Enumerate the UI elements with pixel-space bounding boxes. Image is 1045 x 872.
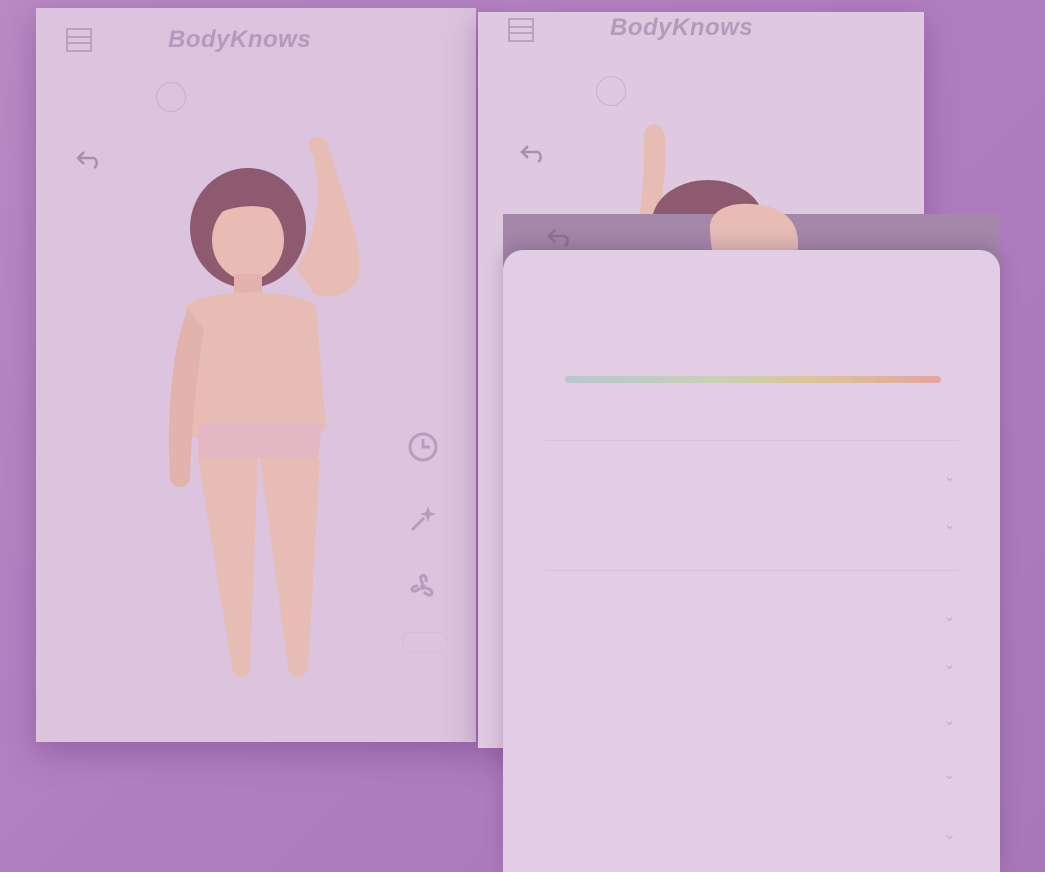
undo-icon[interactable] [518,142,548,164]
undo-icon[interactable] [74,148,104,170]
chevron-down-icon: ⌄ [943,712,956,729]
top-bar: BodyKnows [478,12,924,72]
chevron-down-icon: ⌄ [943,608,956,625]
day-selector [36,82,476,114]
body-figure[interactable] [126,128,426,698]
day-item[interactable] [434,82,464,112]
menu-icon[interactable] [506,16,536,44]
chevron-down-icon: ⌄ [943,826,956,843]
day-item[interactable] [882,76,912,106]
chevron-down-icon: ⌄ [943,766,956,783]
day-item[interactable] [330,82,360,112]
day-selector [478,76,924,108]
symptom-detail-sheet: ⌄ ⌄ ⌄ ⌄ ⌄ ⌄ ⌄ [503,250,1000,872]
chevron-down-icon: ⌄ [943,468,956,485]
app-brand: BodyKnows [610,14,754,41]
day-item-selected[interactable] [596,76,626,106]
clock-icon[interactable] [404,428,442,466]
more-pill[interactable] [402,632,448,652]
app-brand: BodyKnows [168,26,312,53]
chevron-down-icon: ⌄ [943,656,956,673]
day-item[interactable] [824,76,854,106]
menu-icon[interactable] [64,26,94,54]
day-item[interactable] [776,76,806,106]
day-item[interactable] [202,82,232,112]
day-item[interactable] [492,76,522,106]
severity-scale[interactable] [565,376,941,383]
day-item[interactable] [288,82,318,112]
day-item[interactable] [690,76,720,106]
undo-icon[interactable] [545,226,575,248]
divider [545,570,958,571]
chevron-down-icon: ⌄ [943,516,956,533]
day-item[interactable] [732,76,762,106]
day-item[interactable] [48,82,78,112]
spark-icon[interactable] [404,500,442,538]
divider [545,440,958,441]
left-app-panel: BodyKnows [36,8,476,742]
day-item[interactable] [550,76,580,106]
top-bar: BodyKnows [36,8,476,68]
day-item[interactable] [644,76,674,106]
fan-icon[interactable] [404,568,442,606]
day-item[interactable] [246,82,276,112]
day-item-selected[interactable] [156,82,186,112]
day-item[interactable] [106,82,136,112]
day-item[interactable] [372,82,402,112]
